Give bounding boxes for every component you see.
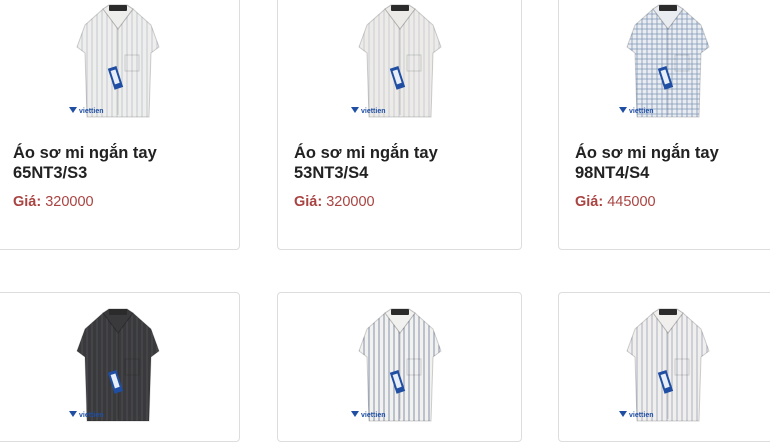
product-image[interactable]: viettien: [278, 299, 521, 427]
price-label: Giá:: [13, 194, 42, 210]
product-code: 65NT3/S3: [13, 164, 88, 182]
neck-label: [109, 5, 127, 11]
neck-label: [390, 309, 409, 315]
svg-text:viettien: viettien: [629, 108, 654, 115]
product-card[interactable]: viettien: [277, 292, 522, 442]
brand-logo: viettien: [350, 411, 386, 419]
neck-label: [659, 5, 677, 11]
product-image[interactable]: viettien: [278, 0, 521, 123]
product-price: Giá: 320000: [294, 194, 375, 210]
neck-label: [109, 309, 127, 315]
product-card[interactable]: viettien: [558, 292, 770, 442]
product-card[interactable]: viettien Áo sơ mi ngắn tay 98NT4/S4 Giá:…: [558, 0, 770, 250]
product-price: Giá: 445000: [575, 194, 656, 210]
svg-text:viettien: viettien: [361, 412, 386, 419]
price-value: 445000: [607, 194, 656, 210]
product-title[interactable]: Áo sơ mi ngắn tay 53NT3/S4: [294, 143, 438, 183]
brand-logo: viettien: [619, 107, 654, 115]
product-card[interactable]: viettien Áo sơ mi ngắn tay 53NT3/S4 Giá:…: [277, 0, 522, 250]
price-value: 320000: [45, 194, 94, 210]
product-image[interactable]: viettien: [0, 299, 239, 427]
svg-text:viettien: viettien: [79, 108, 104, 115]
svg-text:viettien: viettien: [629, 412, 654, 419]
product-card[interactable]: viettien Áo sơ mi ngắn tay 65NT3/S3 Giá:…: [0, 0, 240, 250]
product-title[interactable]: Áo sơ mi ngắn tay 65NT3/S3: [13, 143, 157, 183]
product-title-line: Áo sơ mi ngắn tay: [575, 144, 719, 162]
brand-logo: viettien: [619, 411, 654, 419]
brand-logo: viettien: [69, 107, 104, 115]
product-image[interactable]: viettien: [559, 0, 770, 123]
product-code: 53NT3/S4: [294, 164, 369, 182]
brand-logo: viettien: [350, 107, 386, 115]
product-title[interactable]: Áo sơ mi ngắn tay 98NT4/S4: [575, 143, 719, 183]
svg-text:viettien: viettien: [361, 108, 386, 115]
price-label: Giá:: [575, 194, 604, 210]
price-label: Giá:: [294, 194, 323, 210]
svg-text:viettien: viettien: [79, 412, 104, 419]
product-image[interactable]: viettien: [559, 299, 770, 427]
product-code: 98NT4/S4: [575, 164, 650, 182]
product-title-line: Áo sơ mi ngắn tay: [294, 144, 438, 162]
neck-label: [659, 309, 677, 315]
product-title-line: Áo sơ mi ngắn tay: [13, 144, 157, 162]
price-value: 320000: [326, 194, 375, 210]
neck-label: [390, 5, 409, 11]
product-card[interactable]: viettien: [0, 292, 240, 442]
product-price: Giá: 320000: [13, 194, 94, 210]
product-image[interactable]: viettien: [0, 0, 239, 123]
brand-logo: viettien: [69, 411, 104, 419]
